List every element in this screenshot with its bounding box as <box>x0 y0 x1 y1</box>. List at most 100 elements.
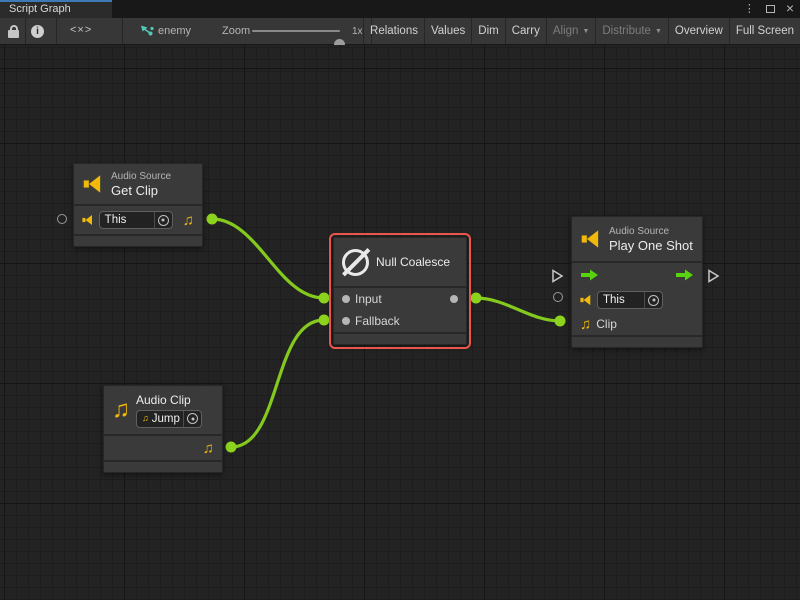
fallback-port-row: Fallback <box>334 310 466 332</box>
flow-output-port[interactable] <box>707 269 720 283</box>
this-object-field[interactable]: This <box>99 211 173 229</box>
audio-source-icon <box>82 174 104 194</box>
tab-script-graph[interactable]: Script Graph <box>0 0 112 18</box>
clip-field-value: Jump <box>152 413 180 425</box>
audio-clip-output-icon[interactable]: ♫ <box>203 441 214 456</box>
info-icon[interactable]: i <box>31 25 44 38</box>
node-header: ♫ Audio Clip ♫ Jump <box>104 386 222 434</box>
node-audio-clip[interactable]: ♫ Audio Clip ♫ Jump ♫ <box>103 385 223 473</box>
graph-toolbar: i <×> enemy Zoom 1x Relations Values Dim… <box>0 18 800 45</box>
object-picker[interactable] <box>644 292 662 308</box>
this-field-value: This <box>105 214 151 226</box>
flow-row <box>572 263 702 287</box>
playoneshot-this-input-port[interactable] <box>553 292 563 302</box>
toolbar-separator <box>122 18 123 44</box>
zoom-label: Zoom <box>222 25 250 37</box>
flow-out-arrow-icon[interactable] <box>675 269 694 281</box>
fallback-label: Fallback <box>355 314 400 328</box>
distribute-dropdown[interactable]: Distribute ▼ <box>595 18 668 44</box>
tab-label: Script Graph <box>9 3 71 15</box>
music-note-icon: ♫ <box>580 317 591 332</box>
toolbar-separator <box>56 18 57 44</box>
node-null-coalesce[interactable]: Null Coalesce Input Fallback <box>333 237 467 345</box>
node-header-text: Audio Clip ♫ Jump <box>136 393 202 428</box>
wire-audioclip-to-fallback[interactable] <box>231 320 324 447</box>
clip-port-row: ♫ Clip <box>572 313 702 335</box>
audio-source-icon <box>82 214 94 226</box>
node-header: Null Coalesce <box>334 238 466 286</box>
values-button[interactable]: Values <box>424 18 471 44</box>
lock-icon[interactable] <box>8 25 19 38</box>
clip-object-field[interactable]: ♫ Jump <box>136 410 202 428</box>
align-label: Align <box>553 25 579 37</box>
code-view-icon[interactable]: <×> <box>70 24 92 36</box>
flow-input-port[interactable] <box>551 269 564 283</box>
node-header-text: Audio Source Get Clip <box>111 171 171 198</box>
wire-getclip-to-input[interactable] <box>212 219 324 298</box>
audio-clip-icon: ♫ <box>112 398 130 422</box>
target-icon <box>158 215 169 226</box>
fullscreen-button[interactable]: Full Screen <box>729 18 800 44</box>
node-title: Get Clip <box>111 183 171 198</box>
flow-in-arrow-icon[interactable] <box>580 269 599 281</box>
this-object-field[interactable]: This <box>597 291 663 309</box>
audio-source-icon <box>580 294 592 306</box>
target-icon <box>648 295 659 306</box>
getclip-this-input-port[interactable] <box>57 214 67 224</box>
align-dropdown[interactable]: Align▼ <box>546 18 596 44</box>
object-picker[interactable] <box>183 411 201 427</box>
object-picker[interactable] <box>154 212 172 228</box>
node-footer <box>104 462 222 472</box>
script-graph-window: Script Graph ⋮ × i <×> enemy Zoom 1x <box>0 0 800 600</box>
node-footer <box>74 236 202 246</box>
this-field-value: This <box>603 294 641 306</box>
fallback-port[interactable] <box>342 317 350 325</box>
node-title: Null Coalesce <box>376 255 450 270</box>
close-icon[interactable]: × <box>786 1 794 15</box>
node-play-one-shot[interactable]: Audio Source Play One Shot <box>571 216 703 348</box>
input-port[interactable] <box>342 295 350 303</box>
this-port-row: This ♫ <box>74 206 202 234</box>
node-category: Audio Source <box>609 226 693 238</box>
node-header: Audio Source Get Clip <box>74 164 202 204</box>
result-output-port[interactable] <box>450 295 458 303</box>
node-footer <box>334 334 466 344</box>
node-header: Audio Source Play One Shot <box>572 217 702 261</box>
chevron-down-icon: ▼ <box>582 28 589 35</box>
carry-button[interactable]: Carry <box>505 18 546 44</box>
overview-button[interactable]: Overview <box>668 18 729 44</box>
graph-name-label: enemy <box>158 25 191 37</box>
wire-output-to-clip[interactable] <box>476 298 560 321</box>
clip-label: Clip <box>596 317 617 331</box>
target-icon <box>187 413 198 424</box>
graph-pointer-icon <box>140 25 154 43</box>
node-get-clip[interactable]: Audio Source Get Clip This ♫ <box>73 163 203 247</box>
node-title: Play One Shot <box>609 238 693 253</box>
node-footer <box>572 337 702 347</box>
distribute-label: Distribute <box>602 25 651 37</box>
maximize-icon[interactable] <box>766 5 775 13</box>
dim-button[interactable]: Dim <box>471 18 504 44</box>
graph-canvas[interactable]: Audio Source Get Clip This ♫ <box>0 45 800 600</box>
window-controls: ⋮ × <box>744 0 794 18</box>
this-port-row: This <box>572 287 702 313</box>
output-row: ♫ <box>104 436 222 460</box>
zoom-slider-track[interactable] <box>252 30 340 32</box>
node-header-text: Audio Source Play One Shot <box>609 226 693 253</box>
window-menu-icon[interactable]: ⋮ <box>744 4 755 15</box>
titlebar: Script Graph ⋮ × <box>0 0 800 18</box>
node-category: Audio Source <box>111 171 171 183</box>
toolbar-separator <box>25 18 26 44</box>
relations-button[interactable]: Relations <box>363 18 424 44</box>
zoom-value: 1x <box>352 26 363 37</box>
null-coalesce-icon <box>342 249 369 276</box>
lock-body <box>8 30 19 38</box>
node-title: Audio Clip <box>136 393 202 408</box>
audio-clip-output-icon[interactable]: ♫ <box>183 213 194 228</box>
toolbar-buttons: Relations Values Dim Carry Align▼ Distri… <box>363 18 800 44</box>
music-note-icon: ♫ <box>142 414 149 423</box>
input-port-row: Input <box>334 288 466 310</box>
audio-source-icon <box>580 229 602 249</box>
chevron-down-icon: ▼ <box>655 28 662 35</box>
input-label: Input <box>355 292 382 306</box>
